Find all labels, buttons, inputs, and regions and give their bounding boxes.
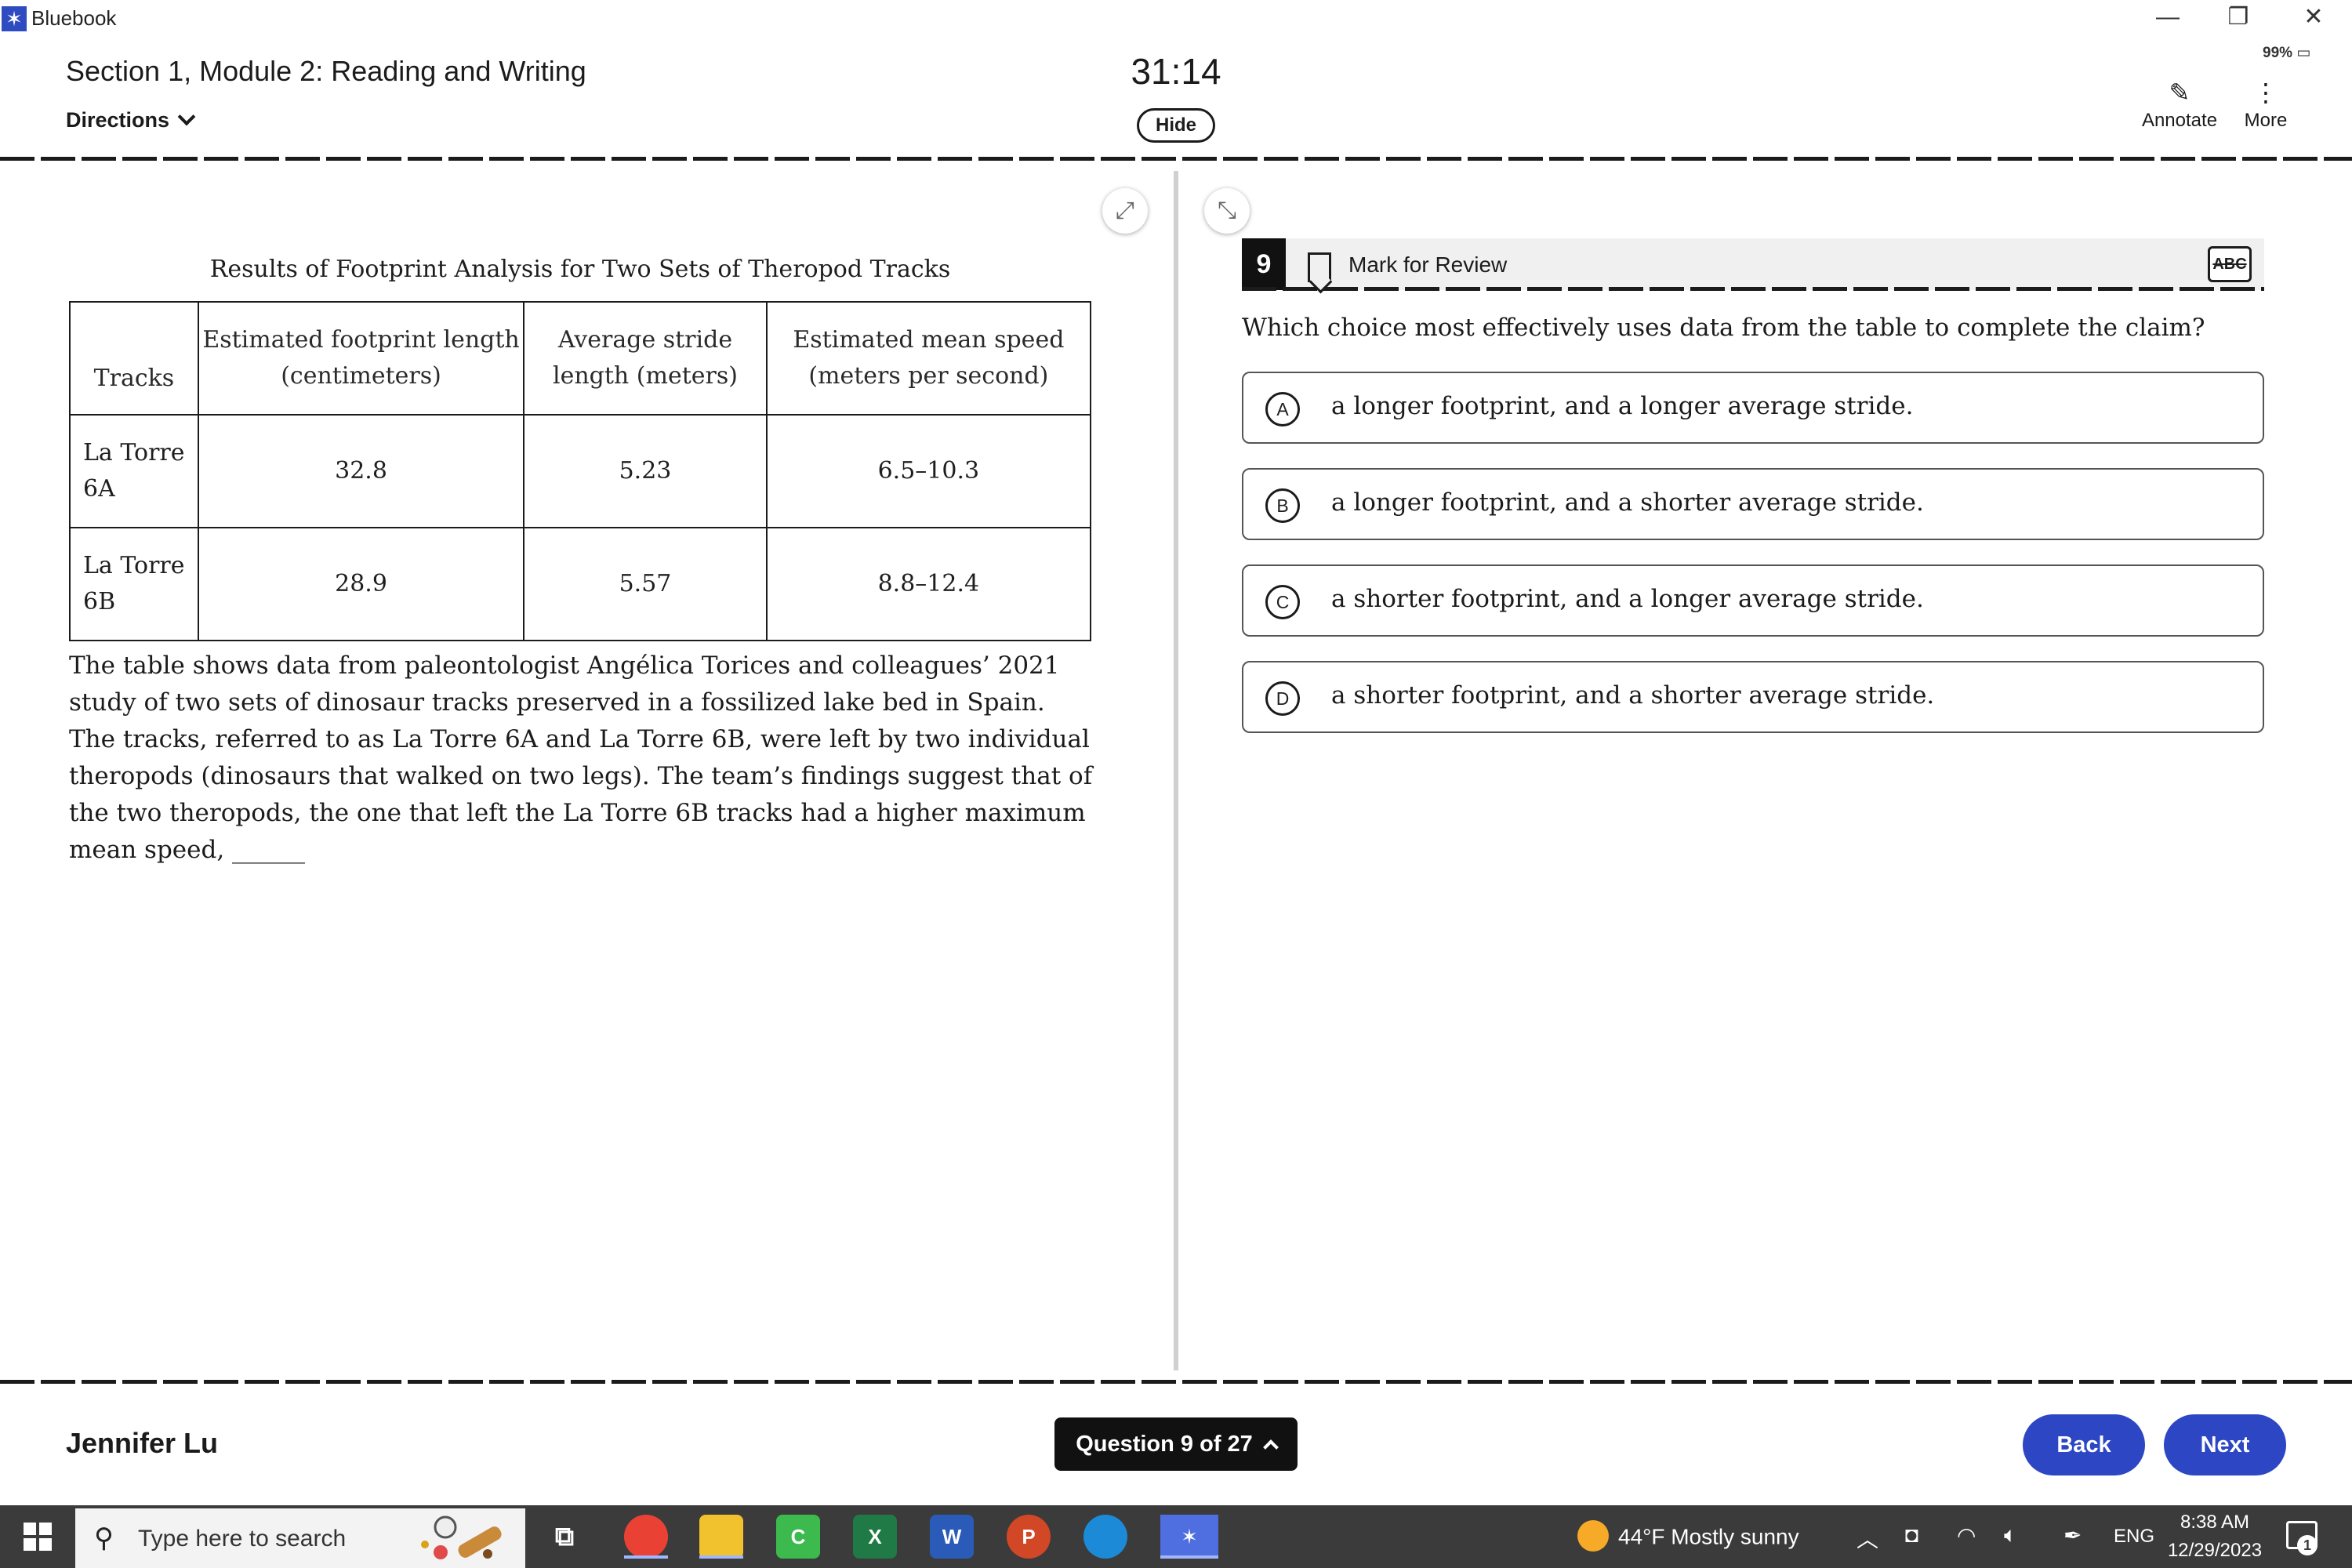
chevron-up-icon [1262,1439,1279,1455]
weather-sun-icon [1577,1520,1609,1552]
answer-choice-b[interactable]: B a longer footprint, and a shorter aver… [1242,468,2264,540]
close-button[interactable]: ✕ [2278,2,2349,33]
answer-eliminator-icon[interactable]: ABC [2208,246,2252,282]
table-row: La Torre 6B 28.9 5.57 8.8–12.4 [69,527,1092,641]
powerpoint-icon[interactable]: P [1007,1515,1051,1559]
choice-text: a shorter footprint, and a longer averag… [1331,585,1924,613]
table-header-cell: Estimated mean speed (meters per second) [765,301,1092,416]
table-header-row: Tracks Estimated footprint length (centi… [69,301,1092,416]
choice-text: a shorter footprint, and a shorter avera… [1331,681,1935,710]
table-cell: La Torre 6A [69,414,199,528]
choice-letter: B [1265,488,1300,523]
mark-for-review-label: Mark for Review [1348,252,1508,277]
task-view-icon[interactable]: ⧉ [543,1515,586,1559]
annotate-button[interactable]: ✎ Annotate [2132,75,2227,132]
minimize-button[interactable]: — [2132,2,2203,33]
footer-divider [0,1380,2352,1384]
question-navigator-label: Question 9 of 27 [1076,1432,1253,1457]
file-explorer-icon[interactable] [699,1515,743,1559]
bluebook-taskbar-icon[interactable]: ✶ [1160,1515,1218,1559]
wifi-icon[interactable]: ◠ [1957,1523,1976,1548]
table-caption: Results of Footprint Analysis for Two Se… [209,256,951,283]
more-label: More [2244,110,2288,131]
hide-timer-button[interactable]: Hide [1137,108,1215,143]
table-cell: 28.9 [197,527,525,641]
table-cell: La Torre 6B [69,527,199,641]
windows-start-button[interactable] [24,1523,52,1551]
section-title: Section 1, Module 2: Reading and Writing [66,55,586,87]
choice-letter: A [1265,392,1300,426]
expand-question-icon[interactable]: ⤡ [1204,188,1250,234]
next-button[interactable]: Next [2164,1414,2286,1475]
answer-choice-d[interactable]: D a shorter footprint, and a shorter ave… [1242,661,2264,733]
notification-count-badge: 1 [2297,1535,2318,1555]
edge-icon[interactable] [1083,1515,1127,1559]
choice-letter: D [1265,681,1300,716]
search-placeholder: Type here to search [138,1526,347,1552]
meet-now-icon[interactable]: ◘ [1905,1523,1918,1548]
tray-overflow-chevron-icon[interactable]: ︿ [1857,1523,1878,1554]
taskbar-search-box[interactable]: ⚲ Type here to search [75,1508,525,1568]
window-titlebar: ✶ Bluebook — ❐ ✕ [0,0,2352,36]
question-navigator-button[interactable]: Question 9 of 27 [1054,1417,1298,1471]
table-header-cell: Estimated footprint length (centimeters) [197,301,525,416]
expand-passage-icon[interactable]: ⤢ [1102,188,1148,234]
weather-widget[interactable]: 44°F Mostly sunny [1577,1520,1799,1554]
chevron-down-icon [177,107,196,126]
language-indicator[interactable]: ENG [2114,1526,2154,1548]
windows-taskbar: ⚲ Type here to search ⧉ C X W P ✶ 44°F M… [0,1505,2352,1568]
chrome-icon[interactable] [624,1515,668,1559]
pen-icon[interactable]: ✒ [2063,1523,2082,1548]
directions-label: Directions [66,108,170,132]
table-cell: 32.8 [197,414,525,528]
answer-choice-a[interactable]: A a longer footprint, and a longer avera… [1242,372,2264,444]
table-row: La Torre 6A 32.8 5.23 6.5–10.3 [69,414,1092,528]
question-prompt: Which choice most effectively uses data … [1242,314,2205,342]
question-number: 9 [1242,238,1286,290]
bookmark-icon [1308,252,1331,282]
pencil-icon: ✎ [2169,78,2190,107]
question-header: 9 Mark for Review ABC [1242,238,2264,290]
choice-letter: C [1265,585,1300,619]
more-button[interactable]: ⋮ More [2234,75,2297,132]
timer: 31:14 [1131,51,1221,92]
clock-date[interactable]: 12/29/2023 [2164,1540,2266,1562]
directions-toggle[interactable]: Directions [66,107,196,132]
window-title: Bluebook [31,6,117,30]
clock-time[interactable]: 8:38 AM [2164,1512,2266,1534]
table-header-cell: Average stride length (meters) [523,301,768,416]
pane-divider[interactable] [1174,171,1178,1370]
word-icon[interactable]: W [930,1515,974,1559]
restore-button[interactable]: ❐ [2203,2,2274,33]
volume-icon[interactable]: 🔈︎ [2004,1523,2017,1548]
weather-text: 44°F Mostly sunny [1618,1524,1799,1549]
table-cell: 6.5–10.3 [765,414,1092,528]
data-table: Tracks Estimated footprint length (centi… [69,301,1092,641]
table-cell: 8.8–12.4 [765,527,1092,641]
table-header-cell: Tracks [69,301,199,416]
back-button[interactable]: Back [2023,1414,2145,1475]
choice-text: a longer footprint, and a shorter averag… [1331,488,1924,517]
question-header-divider [1242,287,2264,291]
battery-indicator: 99% ▭ [2263,45,2311,61]
choice-text: a longer footprint, and a longer average… [1331,392,1914,420]
bluebook-app-icon: ✶ [2,6,27,31]
answer-choice-c[interactable]: C a shorter footprint, and a longer aver… [1242,564,2264,637]
student-name: Jennifer Lu [66,1427,219,1459]
header-divider [0,157,2352,161]
passage-text: The table shows data from paleontologist… [69,652,1093,864]
search-icon: ⚲ [94,1523,114,1553]
table-cell: 5.57 [523,527,768,641]
table-cell: 5.23 [523,414,768,528]
annotate-label: Annotate [2141,110,2218,131]
search-highlight-art-icon [421,1515,502,1559]
camtasia-icon[interactable]: C [776,1515,820,1559]
excel-icon[interactable]: X [853,1515,897,1559]
vertical-ellipsis-icon: ⋮ [2253,78,2278,107]
